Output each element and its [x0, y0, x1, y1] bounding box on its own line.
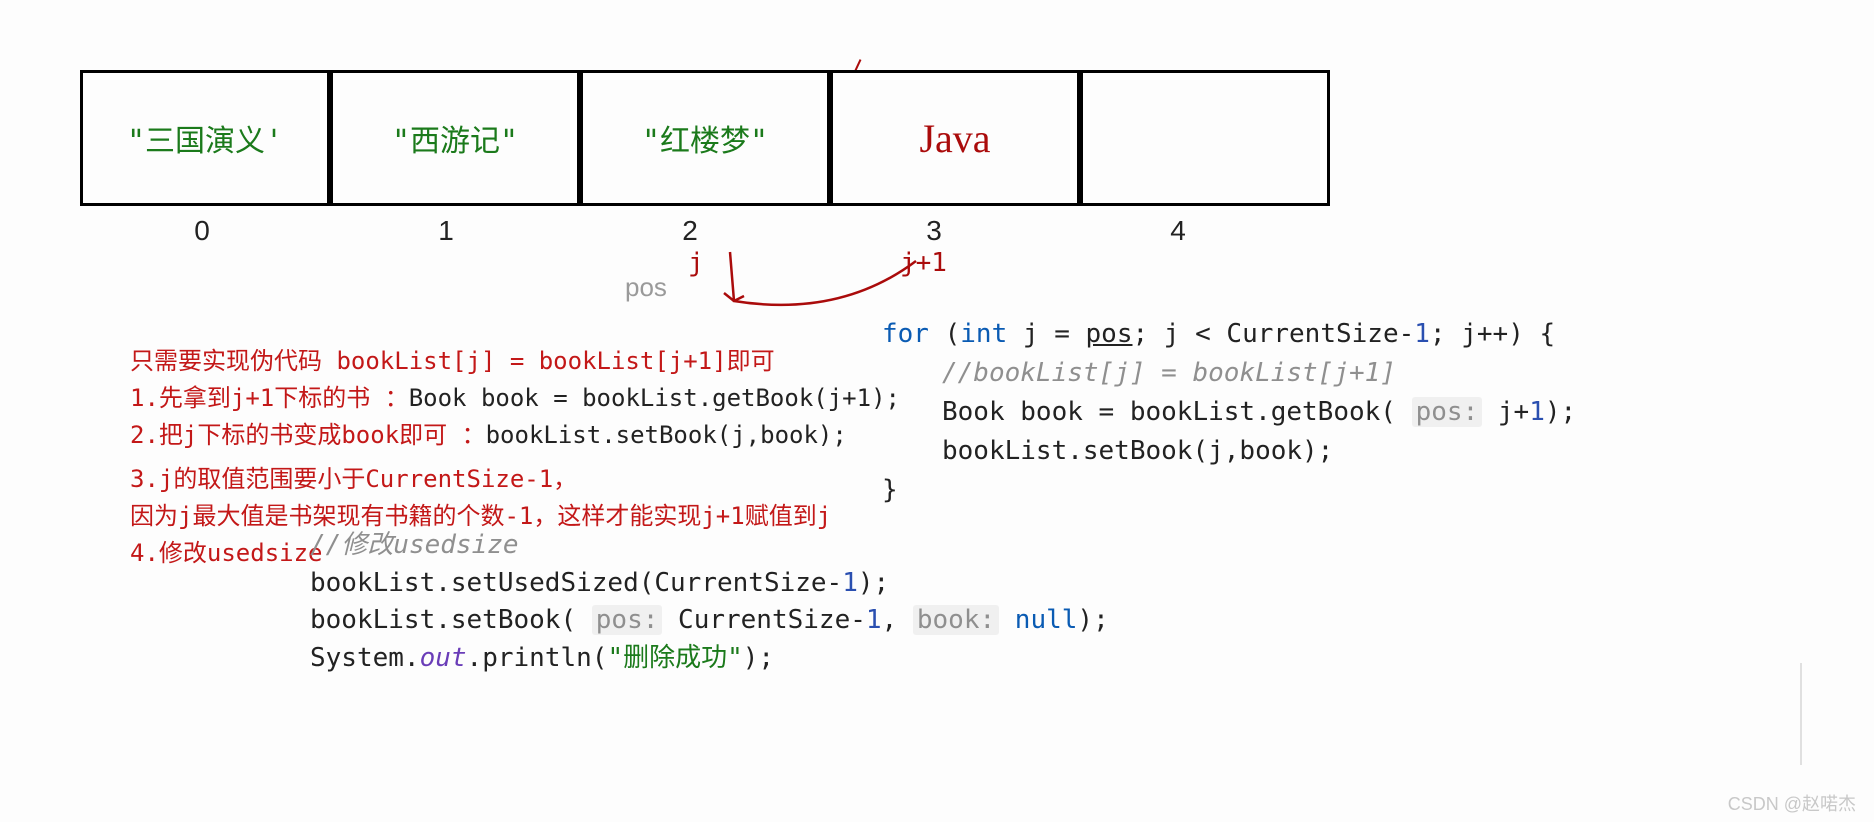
- code-cleanup-comment: //修改usedsize: [310, 527, 1109, 565]
- array-cell-0: "三国演义': [80, 70, 330, 206]
- explain-line-1: 1.先拿到j+1下标的书 ：Book book = bookList.getBo…: [130, 380, 900, 417]
- explain-line-2: 2.把j下标的书变成book即可 ：bookList.setBook(j,boo…: [130, 417, 900, 454]
- watermark: CSDN @赵喏杰: [1728, 790, 1856, 816]
- array-cell-1: "西游记": [330, 70, 580, 206]
- code-for-body-2: Book book = bookList.getBook( pos: j+1);: [882, 393, 1576, 432]
- code-cleanup-line-1: bookList.setUsedSized(CurrentSize-1);: [310, 565, 1109, 603]
- index-3: 3: [812, 215, 1056, 247]
- index-4: 4: [1056, 215, 1300, 247]
- code-cleanup-line-3: System.out.println("删除成功");: [310, 640, 1109, 678]
- index-1: 1: [324, 215, 568, 247]
- code-cleanup-line-2: bookList.setBook( pos: CurrentSize-1, bo…: [310, 602, 1109, 640]
- code-cleanup: //修改usedsize bookList.setUsedSized(Curre…: [310, 527, 1109, 678]
- code-for-header: for (int j = pos; j < CurrentSize-1; j++…: [882, 315, 1576, 354]
- diagram-canvas: "三国演义' "西游记" "红楼梦" Java 0 1 2 3 4 j j+1 …: [0, 0, 1874, 822]
- array-cell-2: "红楼梦": [580, 70, 830, 206]
- annotation-j-plus-1: j+1: [900, 248, 947, 278]
- gutter-bar: [1800, 663, 1802, 765]
- code-for-body-1: //bookList[j] = bookList[j+1]: [882, 354, 1576, 393]
- explain-line-0: 只需要实现伪代码 bookList[j] = bookList[j+1]即可: [130, 343, 900, 380]
- index-0: 0: [80, 215, 324, 247]
- array-cells: "三国演义' "西游记" "红楼梦" Java: [80, 70, 1330, 206]
- array-cell-4: [1080, 70, 1330, 206]
- code-for-loop: for (int j = pos; j < CurrentSize-1; j++…: [882, 315, 1576, 510]
- code-for-body-3: bookList.setBook(j,book);: [882, 432, 1576, 471]
- code-for-footer: }: [882, 471, 1576, 510]
- index-2: 2: [568, 215, 812, 247]
- explain-line-3: 3.j的取值范围要小于CurrentSize-1，: [130, 461, 900, 498]
- annotation-pos: pos: [625, 272, 667, 303]
- annotation-j: j: [688, 248, 704, 278]
- array-cell-3: Java: [830, 70, 1080, 206]
